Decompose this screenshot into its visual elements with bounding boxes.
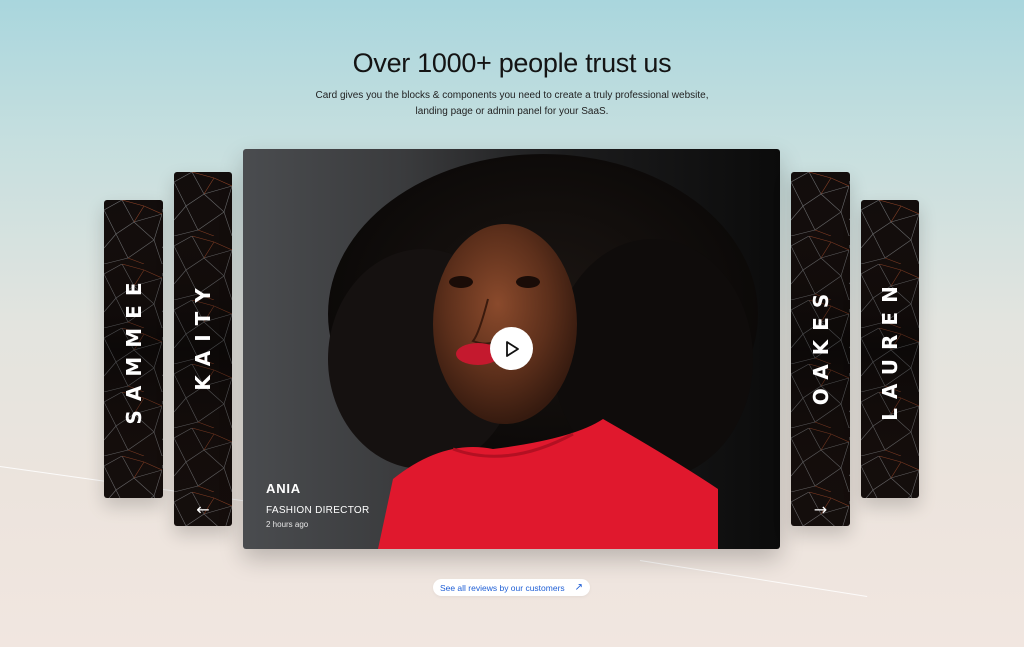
review-card-sammee[interactable]: SAMMEE (104, 200, 163, 498)
arrow-left-icon[interactable]: ← (196, 502, 209, 518)
featured-review-card[interactable]: ANIA FASHION DIRECTOR 2 hours ago (243, 149, 780, 549)
review-card-lauren[interactable]: LAUREN (861, 200, 919, 498)
featured-reviewer-role: FASHION DIRECTOR (266, 505, 370, 516)
play-icon (505, 340, 519, 357)
review-card-oakes[interactable]: OAKES → (791, 172, 850, 526)
see-all-reviews-label: See all reviews by our customers (439, 582, 565, 593)
see-all-reviews-link[interactable]: See all reviews by our customers ↗ (433, 579, 590, 596)
arrow-right-icon[interactable]: → (814, 502, 827, 518)
review-card-kaity[interactable]: KAITY ← (174, 172, 232, 526)
featured-reviewer-name: ANIA (266, 481, 301, 496)
featured-review-time: 2 hours ago (266, 520, 309, 529)
reviewer-name: KAITY (191, 279, 215, 391)
reviewer-name: OAKES (808, 285, 833, 406)
page-title: Over 1000+ people trust us (352, 48, 672, 78)
featured-reviewer-info: ANIA FASHION DIRECTOR 2 hours ago (266, 481, 370, 529)
background-streak (639, 560, 868, 597)
play-button[interactable] (490, 327, 533, 370)
reviewer-name: SAMMEE (121, 273, 146, 425)
reviewer-name: LAUREN (878, 277, 902, 421)
external-arrow-icon: ↗ (574, 582, 584, 593)
page-subtitle: Card gives you the blocks & components y… (315, 90, 709, 117)
